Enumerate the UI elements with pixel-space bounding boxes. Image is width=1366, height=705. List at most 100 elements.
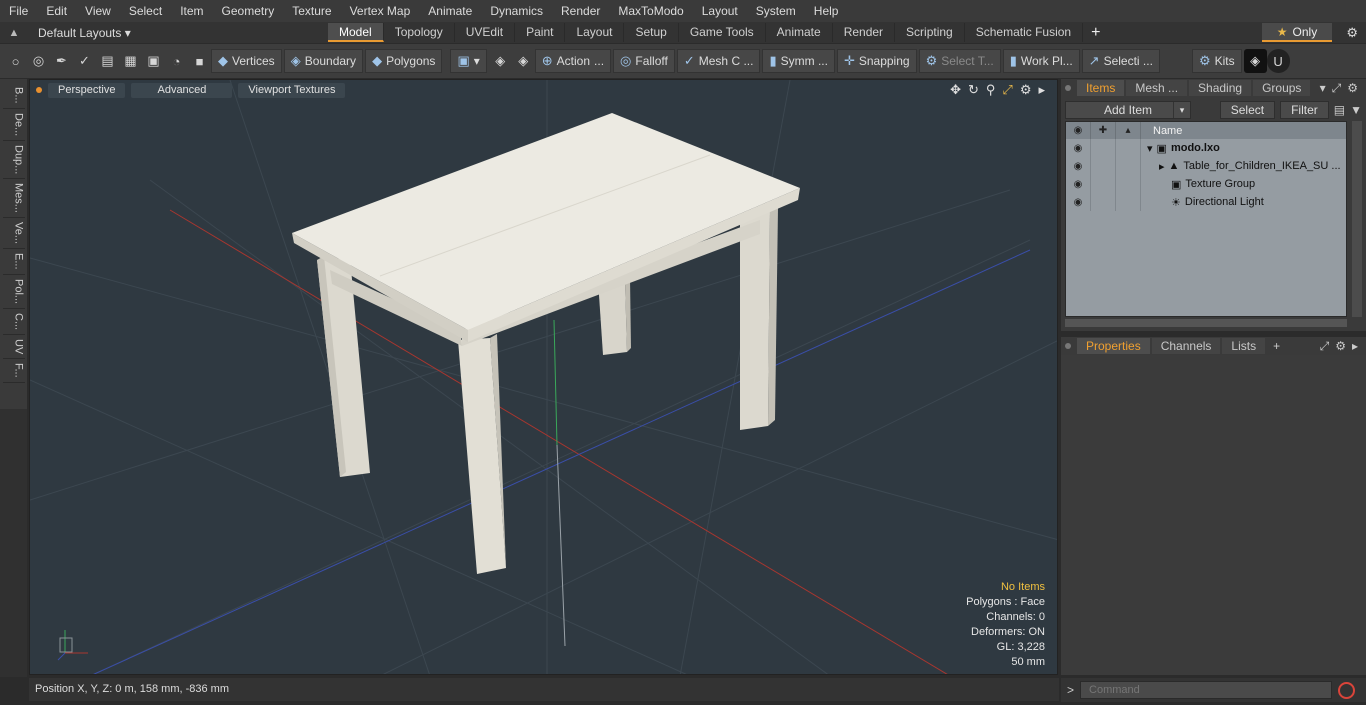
- item-tree-vscrollbar[interactable]: [1352, 121, 1362, 317]
- viewport-settings-icon[interactable]: ⚙: [1020, 82, 1032, 98]
- panel-gear-icon[interactable]: ⚙: [1335, 339, 1346, 354]
- left-tab-basic[interactable]: B...: [2, 83, 25, 109]
- action-center-button[interactable]: ⊕ Action ...: [534, 49, 612, 73]
- left-tab-duplicate[interactable]: Dup...: [2, 141, 25, 180]
- collapse-arrow-icon[interactable]: ▸: [1159, 160, 1165, 173]
- item-tree-hscrollbar[interactable]: [1065, 319, 1347, 327]
- tab-mesh-ops[interactable]: Mesh ...: [1126, 80, 1188, 96]
- menu-item[interactable]: Item: [171, 0, 212, 22]
- tab-layout[interactable]: Layout: [565, 23, 625, 42]
- tree-row-mesh[interactable]: ◉ ▸ ▲ Table_for_Children_IKEA_SU ...: [1066, 157, 1346, 175]
- tree-row-light[interactable]: ◉ ☀ Directional Light: [1066, 193, 1346, 211]
- menu-texture[interactable]: Texture: [283, 0, 340, 22]
- menu-help[interactable]: Help: [805, 0, 848, 22]
- tab-animate[interactable]: Animate: [766, 23, 833, 42]
- popout-icon[interactable]: ⤢: [1332, 81, 1342, 96]
- item-mode-button[interactable]: ▣ ▾: [450, 49, 487, 73]
- menu-select[interactable]: Select: [120, 0, 171, 22]
- table-model[interactable]: [292, 113, 800, 574]
- viewport-expand-icon[interactable]: ▸: [1038, 82, 1045, 98]
- menu-file[interactable]: File: [0, 0, 37, 22]
- frame-icon[interactable]: ▣: [142, 49, 165, 73]
- brush-icon[interactable]: ✓: [73, 49, 96, 73]
- eye-icon[interactable]: ◉: [1066, 175, 1091, 193]
- material-icon[interactable]: ◈: [489, 49, 512, 73]
- pen-icon[interactable]: ✒: [50, 49, 73, 73]
- snapping-button[interactable]: ✛ Snapping: [836, 49, 917, 73]
- dropdown-arrow-icon[interactable]: ▾: [1320, 81, 1326, 96]
- left-tab-deform[interactable]: De...: [2, 109, 25, 141]
- menu-vertex-map[interactable]: Vertex Map: [341, 0, 420, 22]
- tab-shading[interactable]: Shading: [1189, 80, 1252, 96]
- cube-icon[interactable]: ■: [188, 49, 211, 73]
- add-panel-tab-icon[interactable]: +: [1267, 339, 1280, 353]
- add-item-dropdown-icon[interactable]: ▾: [1173, 102, 1190, 118]
- unreal-icon[interactable]: U: [1266, 49, 1290, 73]
- advanced-button[interactable]: Advanced: [131, 82, 233, 98]
- align-icon[interactable]: ▤: [96, 49, 119, 73]
- gear-icon[interactable]: ⚙: [1346, 25, 1358, 41]
- menu-dynamics[interactable]: Dynamics: [481, 0, 552, 22]
- left-tab-mesh-edit[interactable]: Mes...: [2, 179, 25, 219]
- select-circle-icon[interactable]: ○: [4, 49, 27, 73]
- menu-system[interactable]: System: [747, 0, 805, 22]
- tree-row-texture-group[interactable]: ◉ ▣ Texture Group: [1066, 175, 1346, 193]
- command-input[interactable]: [1080, 681, 1333, 699]
- type-column-icon[interactable]: ▴: [1116, 122, 1141, 139]
- panel-gear-icon[interactable]: ⚙: [1347, 81, 1358, 96]
- only-toggle[interactable]: ★ Only: [1262, 23, 1332, 42]
- tab-properties[interactable]: Properties: [1077, 338, 1150, 354]
- vertices-button[interactable]: ◆ Vertices: [211, 49, 282, 73]
- funnel-icon[interactable]: ▼: [1350, 103, 1362, 117]
- left-tab-uv[interactable]: UV: [2, 335, 25, 360]
- tab-model[interactable]: Model: [328, 23, 384, 42]
- tab-schematic-fusion[interactable]: Schematic Fusion: [965, 23, 1084, 42]
- menu-maxtomodo[interactable]: MaxToModo: [609, 0, 692, 22]
- left-tab-curve[interactable]: C...: [2, 309, 25, 335]
- shield-icon[interactable]: ◈: [512, 49, 535, 73]
- eye-icon[interactable]: ◉: [1066, 193, 1091, 211]
- left-tab-edge[interactable]: E...: [2, 249, 25, 275]
- panel-expand-icon[interactable]: ▸: [1352, 339, 1358, 354]
- menu-geometry[interactable]: Geometry: [213, 0, 284, 22]
- symmetry-button[interactable]: ▮ Symm ...: [762, 49, 835, 73]
- tab-scripting[interactable]: Scripting: [895, 23, 965, 42]
- tab-game-tools[interactable]: Game Tools: [679, 23, 766, 42]
- menu-edit[interactable]: Edit: [37, 0, 76, 22]
- eye-icon[interactable]: ◉: [1066, 157, 1091, 175]
- visibility-column-icon[interactable]: ◉: [1066, 122, 1091, 139]
- rotate-icon[interactable]: ↻: [968, 82, 979, 98]
- work-plane-button[interactable]: ▮ Work Pl...: [1002, 49, 1080, 73]
- maximize-icon[interactable]: ⤢: [1002, 82, 1012, 98]
- perspective-button[interactable]: Perspective: [48, 82, 126, 98]
- left-tab-polygon[interactable]: Pol...: [2, 275, 25, 309]
- unity-icon[interactable]: ◈: [1243, 49, 1267, 73]
- record-macro-icon[interactable]: [1338, 681, 1356, 699]
- tab-setup[interactable]: Setup: [624, 23, 679, 42]
- globe-icon[interactable]: ◎: [27, 49, 50, 73]
- zoom-icon[interactable]: ⚲: [986, 82, 996, 98]
- tab-paint[interactable]: Paint: [515, 23, 566, 42]
- tab-lists[interactable]: Lists: [1222, 338, 1266, 354]
- select-through-button[interactable]: ⚙ Select T...: [918, 49, 1001, 73]
- boundary-button[interactable]: ◈ Boundary: [283, 49, 364, 73]
- menu-render[interactable]: Render: [552, 0, 609, 22]
- eye-icon[interactable]: ◉: [1066, 139, 1091, 157]
- polygons-button[interactable]: ◆ Polygons: [365, 49, 443, 73]
- menu-layout[interactable]: Layout: [693, 0, 747, 22]
- tree-row-scene[interactable]: ◉ ▾ ▣ modo.lxo: [1066, 139, 1346, 157]
- grid-icon[interactable]: ▦: [119, 49, 142, 73]
- add-tab-button[interactable]: +: [1083, 24, 1108, 42]
- 3d-viewport[interactable]: Perspective Advanced Viewport Textures ✥…: [29, 79, 1058, 675]
- select-button[interactable]: Select: [1219, 101, 1276, 119]
- tab-render[interactable]: Render: [833, 23, 896, 42]
- tab-channels[interactable]: Channels: [1151, 338, 1221, 354]
- menu-view[interactable]: View: [76, 0, 120, 22]
- tab-items[interactable]: Items: [1077, 80, 1125, 96]
- name-column-header[interactable]: Name: [1141, 125, 1182, 137]
- left-tab-vertex[interactable]: Ve...: [2, 218, 25, 250]
- expand-arrow-icon[interactable]: ▾: [1147, 142, 1153, 155]
- lock-column-icon[interactable]: ✚: [1091, 122, 1116, 139]
- collapse-icon[interactable]: ▤: [1334, 103, 1345, 117]
- layout-toggle-icon[interactable]: ▲: [0, 27, 28, 39]
